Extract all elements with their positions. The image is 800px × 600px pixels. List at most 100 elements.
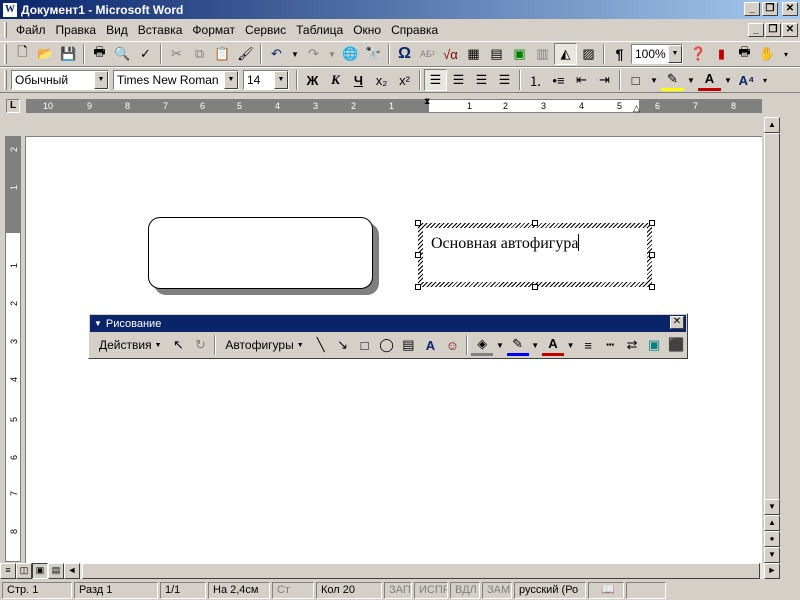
scroll-thumb[interactable] bbox=[764, 133, 780, 511]
resize-handle-n[interactable] bbox=[532, 220, 538, 226]
print-icon[interactable]: 🖶 bbox=[88, 43, 111, 65]
copy-icon[interactable]: ⧉ bbox=[188, 43, 211, 65]
underline-button[interactable]: Ч bbox=[347, 69, 370, 91]
spelling-status-book-icon[interactable]: 📖 bbox=[588, 582, 624, 599]
menu-view[interactable]: Вид bbox=[101, 23, 133, 37]
3d-icon[interactable]: ⬛ bbox=[665, 334, 687, 356]
autotext-icon[interactable]: AБ² bbox=[416, 43, 439, 65]
menu-tools[interactable]: Сервис bbox=[240, 23, 291, 37]
drawing-toggle-icon[interactable]: ◭ bbox=[554, 43, 577, 65]
oval-icon[interactable]: ◯ bbox=[376, 334, 398, 356]
drawing-toolbar[interactable]: ▼ Рисование ✕ Действия ▼ ↖ ↻ Автофигуры … bbox=[88, 313, 688, 359]
borders-icon[interactable]: □ bbox=[624, 69, 647, 91]
status-ovr[interactable]: ЗАМ bbox=[482, 582, 512, 599]
chevron-down-icon[interactable]: ▼ bbox=[668, 45, 682, 63]
status-trk[interactable]: ИСПР bbox=[414, 582, 448, 599]
select-pointer-icon[interactable]: ↖ bbox=[168, 334, 190, 356]
menu-table[interactable]: Таблица bbox=[291, 23, 348, 37]
horizontal-scroll-thumb[interactable] bbox=[82, 563, 760, 579]
horizontal-scrollbar[interactable]: ≡ ◫ ▣ ▤ ◄ ► bbox=[0, 563, 780, 579]
previous-page-icon[interactable]: ▲ bbox=[764, 515, 780, 531]
chevron-down-icon[interactable]: ▼ bbox=[94, 319, 102, 328]
redo-dropdown-icon[interactable]: ▼ bbox=[325, 43, 339, 65]
chart-icon[interactable]: ▮ bbox=[710, 43, 733, 65]
vertical-ruler[interactable]: 2 1 1 2 3 4 5 6 7 8 bbox=[5, 136, 21, 562]
vertical-scrollbar[interactable]: ▲ ▼ ▲ ● ▼ bbox=[764, 117, 780, 563]
numbering-icon[interactable]: ⒈ bbox=[524, 69, 547, 91]
toolbar-options-icon[interactable]: ▾ bbox=[779, 43, 793, 65]
actions-menu-button[interactable]: Действия ▼ bbox=[93, 338, 168, 352]
chevron-down-icon[interactable]: ▼ bbox=[94, 71, 108, 89]
subscript-icon[interactable]: x₂ bbox=[370, 69, 393, 91]
free-rotate-icon[interactable]: ↻ bbox=[189, 334, 211, 356]
symbol-omega-icon[interactable]: Ω bbox=[393, 43, 416, 65]
bullets-icon[interactable]: •≡ bbox=[547, 69, 570, 91]
decrease-indent-icon[interactable]: ⇤ bbox=[570, 69, 593, 91]
close-icon[interactable]: ✕ bbox=[670, 316, 684, 329]
shadow-icon[interactable]: ▣ bbox=[643, 334, 665, 356]
menu-format[interactable]: Формат bbox=[187, 23, 240, 37]
format-painter-icon[interactable]: 🖌 bbox=[234, 43, 257, 65]
outline-view-icon[interactable]: ▤ bbox=[48, 563, 64, 579]
scroll-down-icon[interactable]: ▼ bbox=[764, 499, 780, 515]
autoshape-text[interactable]: Основная автофигура bbox=[431, 234, 580, 253]
dash-style-icon[interactable]: ┅ bbox=[599, 334, 621, 356]
menu-insert[interactable]: Вставка bbox=[133, 23, 188, 37]
indent-marker-icon[interactable]: ⧗ bbox=[424, 97, 430, 106]
line-style-icon[interactable]: ≡ bbox=[577, 334, 599, 356]
save-icon[interactable]: 💾 bbox=[57, 43, 80, 65]
font-select[interactable]: Times New Roman ▼ bbox=[113, 70, 239, 90]
highlight-marker-icon[interactable]: ✎ bbox=[661, 69, 684, 91]
justify-icon[interactable]: ☰ bbox=[493, 69, 516, 91]
menu-window[interactable]: Окно bbox=[348, 23, 386, 37]
toolbar-grip[interactable] bbox=[4, 44, 7, 64]
chevron-down-icon[interactable]: ▼ bbox=[684, 69, 698, 91]
spelling-icon[interactable]: ✓ bbox=[134, 43, 157, 65]
equation-sqrt-icon[interactable]: √α bbox=[439, 43, 462, 65]
next-page-icon[interactable]: ▼ bbox=[764, 547, 780, 563]
doc-restore-button[interactable]: ❐ bbox=[765, 23, 781, 37]
chevron-down-icon[interactable]: ▼ bbox=[529, 334, 542, 356]
wordart-icon[interactable]: A bbox=[419, 334, 441, 356]
minimize-button[interactable]: _ bbox=[744, 2, 760, 16]
new-document-icon[interactable]: 🗋 bbox=[11, 43, 34, 65]
resize-handle-ne[interactable] bbox=[649, 220, 655, 226]
chevron-down-icon[interactable]: ▼ bbox=[647, 69, 661, 91]
style-select[interactable]: Обычный ▼ bbox=[11, 70, 109, 90]
rounded-rectangle-autoshape[interactable] bbox=[148, 217, 373, 289]
resize-handle-sw[interactable] bbox=[415, 284, 421, 290]
browse-object-icon[interactable]: ● bbox=[764, 531, 780, 547]
close-button[interactable]: ✕ bbox=[782, 2, 798, 16]
tab-selector-corner[interactable]: L bbox=[6, 99, 20, 113]
autoshapes-menu-button[interactable]: Автофигуры ▼ bbox=[219, 338, 309, 352]
chevron-down-icon[interactable]: ▼ bbox=[493, 334, 506, 356]
menu-file[interactable]: Файл bbox=[11, 23, 51, 37]
resize-handle-s[interactable] bbox=[532, 284, 538, 290]
superscript-icon[interactable]: x² bbox=[393, 69, 416, 91]
chevron-down-icon[interactable]: ▼ bbox=[564, 334, 577, 356]
document-map-icon[interactable]: ▨ bbox=[577, 43, 600, 65]
print-icon-2[interactable]: 🖶 bbox=[733, 43, 756, 65]
hyperlink-globe-icon[interactable]: 🌐 bbox=[339, 43, 362, 65]
find-binoculars-icon[interactable]: 🔭 bbox=[362, 43, 385, 65]
doc-close-button[interactable]: ✕ bbox=[782, 23, 798, 37]
undo-icon[interactable]: ↶ bbox=[265, 43, 288, 65]
paste-icon[interactable]: 📋 bbox=[211, 43, 234, 65]
zoom-select[interactable]: 100% ▼ bbox=[631, 44, 683, 64]
cut-icon[interactable]: ✂ bbox=[165, 43, 188, 65]
ruler-strip[interactable]: 10 9 8 7 6 5 4 3 2 1 1 2 3 4 5 6 7 8 bbox=[26, 99, 762, 113]
arrow-style-icon[interactable]: ⇄ bbox=[621, 334, 643, 356]
normal-view-icon[interactable]: ≡ bbox=[0, 563, 16, 579]
menu-help[interactable]: Справка bbox=[386, 23, 443, 37]
status-ext[interactable]: ВДЛ bbox=[450, 582, 480, 599]
fill-color-icon[interactable]: ◈ bbox=[471, 334, 494, 356]
scroll-right-icon[interactable]: ► bbox=[764, 563, 780, 579]
scroll-left-icon[interactable]: ◄ bbox=[64, 563, 80, 579]
scroll-up-icon[interactable]: ▲ bbox=[764, 117, 780, 133]
web-view-icon[interactable]: ◫ bbox=[16, 563, 32, 579]
doc-minimize-button[interactable]: _ bbox=[748, 23, 764, 37]
font-size-select[interactable]: 14 ▼ bbox=[243, 70, 289, 90]
clip-art-icon[interactable]: ☺ bbox=[441, 334, 463, 356]
menu-edit[interactable]: Правка bbox=[51, 23, 102, 37]
rectangle-icon[interactable]: □ bbox=[354, 334, 376, 356]
